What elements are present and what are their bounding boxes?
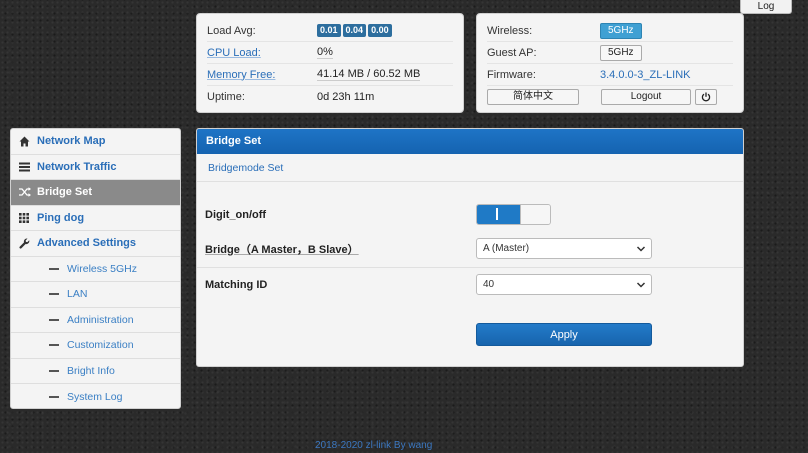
sidebar-subitem-administration[interactable]: Administration xyxy=(11,308,180,333)
load-avg-row: Load Avg: 0.01 0.04 0.00 xyxy=(207,20,453,42)
dash-icon xyxy=(49,369,59,372)
system-status-panel: Load Avg: 0.01 0.04 0.00 CPU Load: 0% Memo… xyxy=(196,13,464,113)
list-icon xyxy=(19,162,37,172)
digit-label: Digit_on/off xyxy=(205,208,267,221)
dash-icon xyxy=(49,293,59,296)
sidebar-item-label: Ping dog xyxy=(37,211,85,224)
sidebar-item-network-map[interactable]: Network Map xyxy=(11,129,180,155)
actions-row: 简体中文 Logout xyxy=(487,86,733,108)
sidebar-subitem-bright-info[interactable]: Bright Info xyxy=(11,359,180,384)
apply-button[interactable]: Apply xyxy=(476,323,652,346)
load-avg-1: 0.01 xyxy=(317,24,341,37)
memory-free-row: Memory Free: 41.14 MB / 60.52 MB xyxy=(207,64,453,86)
firmware-version-link[interactable]: 3.4.0.0-3_ZL-LINK xyxy=(600,69,691,81)
sidebar-subitem-wireless-5ghz[interactable]: Wireless 5GHz xyxy=(11,257,180,282)
digit-toggle[interactable] xyxy=(476,204,551,225)
sidebar-item-label: Network Map xyxy=(37,135,106,148)
language-button[interactable]: 简体中文 xyxy=(487,89,579,105)
cpu-load-value: 0% xyxy=(317,46,333,59)
bridge-mode-select[interactable]: A (Master) xyxy=(476,238,652,259)
sidebar-subitem-label: Bright Info xyxy=(67,364,115,377)
uptime-label: Uptime: xyxy=(207,91,245,103)
logout-button[interactable]: Logout xyxy=(601,89,691,105)
sidebar-subitem-label: Wireless 5GHz xyxy=(67,262,138,275)
sidebar-subitem-lan[interactable]: LAN xyxy=(11,282,180,308)
matching-id-label: Matching ID xyxy=(205,278,268,291)
uptime-row: Uptime: 0d 23h 11m xyxy=(207,86,453,108)
footer-copyright: 2018-2020 zl-link By wang xyxy=(315,440,433,451)
sidebar-subitem-label: LAN xyxy=(67,288,88,301)
log-button[interactable]: Log xyxy=(740,0,792,14)
grid-icon xyxy=(19,212,37,223)
dash-icon xyxy=(49,267,59,270)
matching-id-select[interactable]: 40 xyxy=(476,274,652,295)
wireless-row: Wireless: 5GHz xyxy=(487,20,733,42)
power-button[interactable] xyxy=(695,89,717,105)
bridge-mode-value: A (Master) xyxy=(483,243,530,254)
cpu-load-row: CPU Load: 0% xyxy=(207,42,453,64)
toggle-on-mark xyxy=(496,208,498,220)
sidebar-subitem-label: Administration xyxy=(67,313,134,326)
wireless-5ghz-button[interactable]: 5GHz xyxy=(600,22,642,39)
wrench-icon xyxy=(19,238,37,249)
guest-ap-label: Guest AP: xyxy=(487,46,537,59)
sidebar-subitem-label: System Log xyxy=(67,390,123,403)
dash-icon xyxy=(49,344,59,347)
wireless-label: Wireless: xyxy=(487,24,533,37)
sidebar-item-bridge-set[interactable]: Bridge Set xyxy=(11,180,180,206)
load-avg-5: 0.04 xyxy=(342,24,367,37)
power-icon xyxy=(701,92,711,102)
memory-free-link[interactable]: Memory Free: xyxy=(207,69,317,81)
sidebar-item-label: Network Traffic xyxy=(37,160,117,173)
bridge-label: Bridge（A Master，B Slave） xyxy=(205,243,359,256)
sidebar-subitem-system-log[interactable]: System Log xyxy=(11,384,180,408)
sidebar-subitem-label: Customization xyxy=(67,339,134,352)
chevron-down-icon xyxy=(636,246,646,252)
digit-row: Digit_on/off xyxy=(197,203,743,226)
page-title: Bridge Set xyxy=(197,129,743,154)
sidebar-item-label: Bridge Set xyxy=(37,186,93,199)
sidebar-item-network-traffic[interactable]: Network Traffic xyxy=(11,155,180,180)
bridge-set-panel: Bridge Set Bridgemode Set Digit_on/off B… xyxy=(196,128,744,367)
load-avg-label: Load Avg: xyxy=(207,24,256,37)
sidebar-subitem-customization[interactable]: Customization xyxy=(11,333,180,359)
cpu-load-link[interactable]: CPU Load: xyxy=(207,47,317,59)
sidebar-item-advanced-settings[interactable]: Advanced Settings xyxy=(11,231,180,257)
bridge-row: Bridge（A Master，B Slave） A (Master) xyxy=(197,237,743,260)
guest-ap-row: Guest AP: 5GHz xyxy=(487,42,733,64)
chevron-down-icon xyxy=(636,282,646,288)
load-avg-values: 0.01 0.04 0.00 xyxy=(317,24,394,37)
guest-ap-5ghz-button[interactable]: 5GHz xyxy=(600,44,642,61)
sidebar-item-label: Advanced Settings xyxy=(37,237,137,250)
uptime-value: 0d 23h 11m xyxy=(317,91,375,103)
load-avg-15: 0.00 xyxy=(368,24,392,37)
home-icon xyxy=(19,136,37,147)
toggle-on-segment xyxy=(477,205,521,224)
matching-id-value: 40 xyxy=(483,279,495,290)
firmware-label: Firmware: xyxy=(487,68,536,81)
shuffle-icon xyxy=(19,187,37,197)
matching-id-row: Matching ID 40 xyxy=(197,273,743,296)
row-divider xyxy=(197,267,743,268)
toggle-knob[interactable] xyxy=(520,205,550,224)
sidebar-nav: Network Map Network Traffic Bridge Set P… xyxy=(10,128,181,409)
dash-icon xyxy=(49,318,59,321)
section-subtitle: Bridgemode Set xyxy=(197,154,743,182)
memory-free-value: 41.14 MB / 60.52 MB xyxy=(317,68,421,81)
firmware-row: Firmware: 3.4.0.0-3_ZL-LINK xyxy=(487,64,733,86)
sidebar-item-ping-dog[interactable]: Ping dog xyxy=(11,206,180,231)
device-status-panel: Wireless: 5GHz Guest AP: 5GHz Firmware: … xyxy=(476,13,744,113)
dash-icon xyxy=(49,395,59,398)
